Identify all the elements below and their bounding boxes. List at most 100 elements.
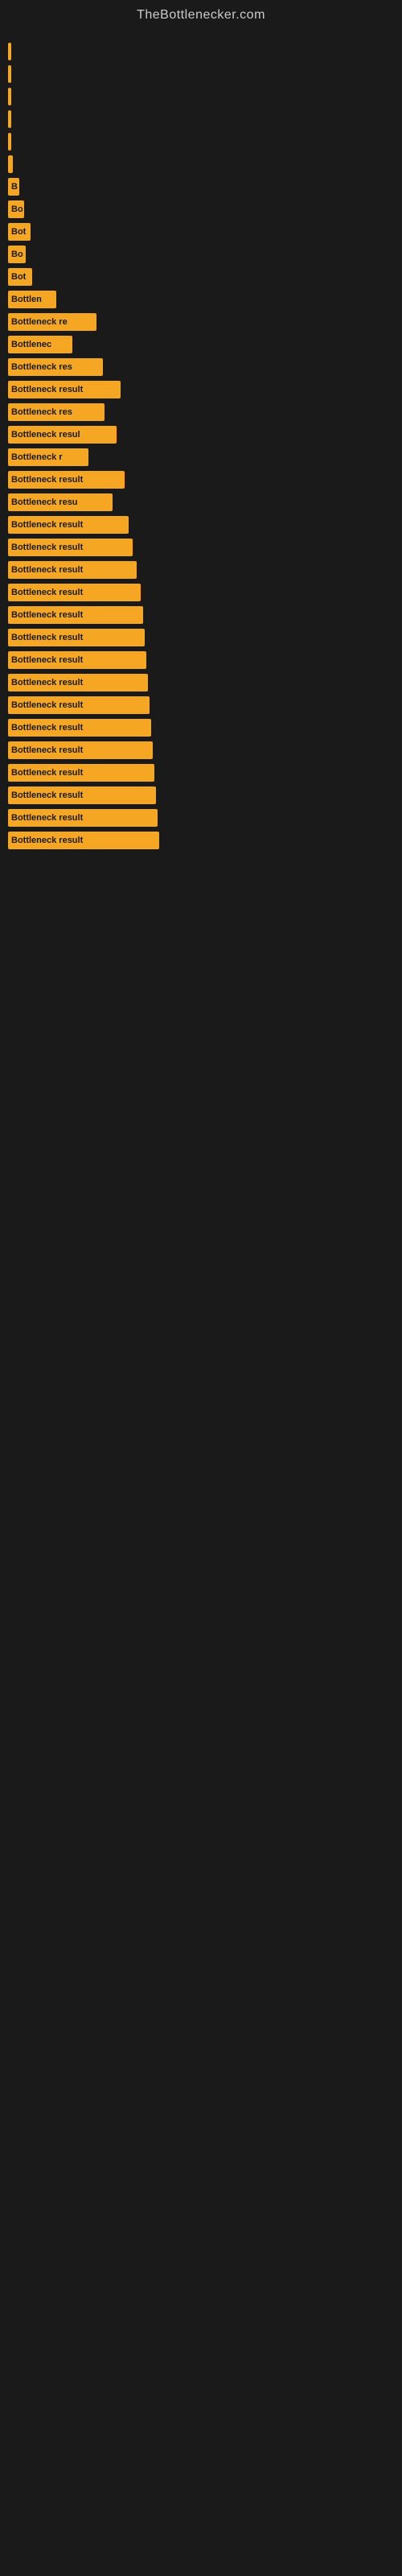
bar: Bottlenec [8,336,72,353]
bar-row: Bottlen [8,291,394,308]
bar-label: Bottleneck resu [11,497,78,507]
bar-row: Bottleneck result [8,539,394,556]
bar-label: B [11,182,18,192]
bar-row: Bottleneck re [8,313,394,331]
bar-row: Bottleneck result [8,561,394,579]
bar-label: Bottleneck result [11,385,83,394]
bar-row: Bottleneck res [8,358,394,376]
bar-label: Bottleneck re [11,317,68,327]
bar: Bottleneck result [8,516,129,534]
bar-row: Bottleneck result [8,516,394,534]
bar-label: Bot [11,272,26,282]
bar [8,155,13,173]
bar-label: Bottleneck result [11,723,83,733]
bar [8,43,11,60]
bar-row [8,88,394,105]
bar: Bottleneck result [8,674,148,691]
bar-label: Bottleneck res [11,362,72,372]
bar-row: Bot [8,223,394,241]
bar-row: Bottleneck result [8,786,394,804]
bar-label: Bottleneck result [11,836,83,845]
bar: Bottleneck result [8,764,154,782]
bar-row: Bottleneck resu [8,493,394,511]
bar: Bottleneck r [8,448,88,466]
bar-row: Bottleneck result [8,809,394,827]
bar-row [8,43,394,60]
bar-row: Bottleneck result [8,584,394,601]
bar-row: Bottleneck resul [8,426,394,444]
bar-label: Bo [11,204,23,214]
bar-label: Bottleneck result [11,813,83,823]
site-title: TheBottlenecker.com [0,0,402,27]
bar: Bottleneck result [8,651,146,669]
bar-row: Bottleneck result [8,832,394,849]
bar: B [8,178,19,196]
bar-label: Bottleneck result [11,610,83,620]
bar-row [8,110,394,128]
bar-label: Bottleneck res [11,407,72,417]
bar: Bottleneck resul [8,426,117,444]
bar-label: Bottlen [11,295,42,304]
bar: Bot [8,223,31,241]
bar: Bottleneck result [8,696,150,714]
bar [8,88,11,105]
bar-label: Bottleneck result [11,520,83,530]
bar-row: Bottlenec [8,336,394,353]
bar-label: Bottleneck result [11,543,83,552]
bar: Bottleneck result [8,561,137,579]
bar-row: Bottleneck res [8,403,394,421]
bar: Bottleneck result [8,719,151,737]
bar: Bottlen [8,291,56,308]
bar: Bottleneck result [8,539,133,556]
bar-row: Bottleneck result [8,696,394,714]
bar-row [8,133,394,151]
bar-label: Bottlenec [11,340,51,349]
bar-label: Bottleneck result [11,791,83,800]
bar-row: Bottleneck result [8,741,394,759]
bar-row: Bottleneck r [8,448,394,466]
bar-row: Bot [8,268,394,286]
bar: Bottleneck result [8,741,153,759]
bar-label: Bottleneck result [11,588,83,597]
bar-label: Bottleneck result [11,655,83,665]
bar: Bottleneck result [8,832,159,849]
bar-label: Bottleneck result [11,633,83,642]
bar [8,65,11,83]
bar-row: Bottleneck result [8,471,394,489]
bar: Bottleneck res [8,358,103,376]
bar-label: Bottleneck result [11,475,83,485]
bar-row: Bo [8,200,394,218]
bar: Bottleneck result [8,381,121,398]
bar-row: Bottleneck result [8,606,394,624]
bar-row: Bottleneck result [8,674,394,691]
bar-row: Bo [8,246,394,263]
bar-label: Bot [11,227,26,237]
bar: Bo [8,200,24,218]
bar-label: Bottleneck r [11,452,63,462]
bar-row [8,65,394,83]
bar-row [8,155,394,173]
bar-label: Bottleneck result [11,678,83,687]
bar-label: Bottleneck result [11,700,83,710]
bar-label: Bottleneck result [11,565,83,575]
bar: Bottleneck result [8,471,125,489]
bar-row: Bottleneck result [8,719,394,737]
bar-label: Bottleneck result [11,768,83,778]
bar: Bottleneck result [8,809,158,827]
bar-label: Bottleneck resul [11,430,80,440]
bar: Bottleneck result [8,629,145,646]
bar: Bo [8,246,26,263]
bar-label: Bo [11,250,23,259]
bar: Bottleneck resu [8,493,113,511]
bar: Bottleneck re [8,313,96,331]
bar-row: Bottleneck result [8,764,394,782]
bar-row: Bottleneck result [8,651,394,669]
bar: Bottleneck result [8,786,156,804]
bar: Bottleneck res [8,403,105,421]
bar: Bottleneck result [8,606,143,624]
bar-row: B [8,178,394,196]
bars-container: B Bo Bot Bo Bot Bottlen Bottleneck re Bottlenec… [0,27,402,862]
bar [8,133,11,151]
bar-label: Bottleneck result [11,745,83,755]
bar-row: Bottleneck result [8,381,394,398]
